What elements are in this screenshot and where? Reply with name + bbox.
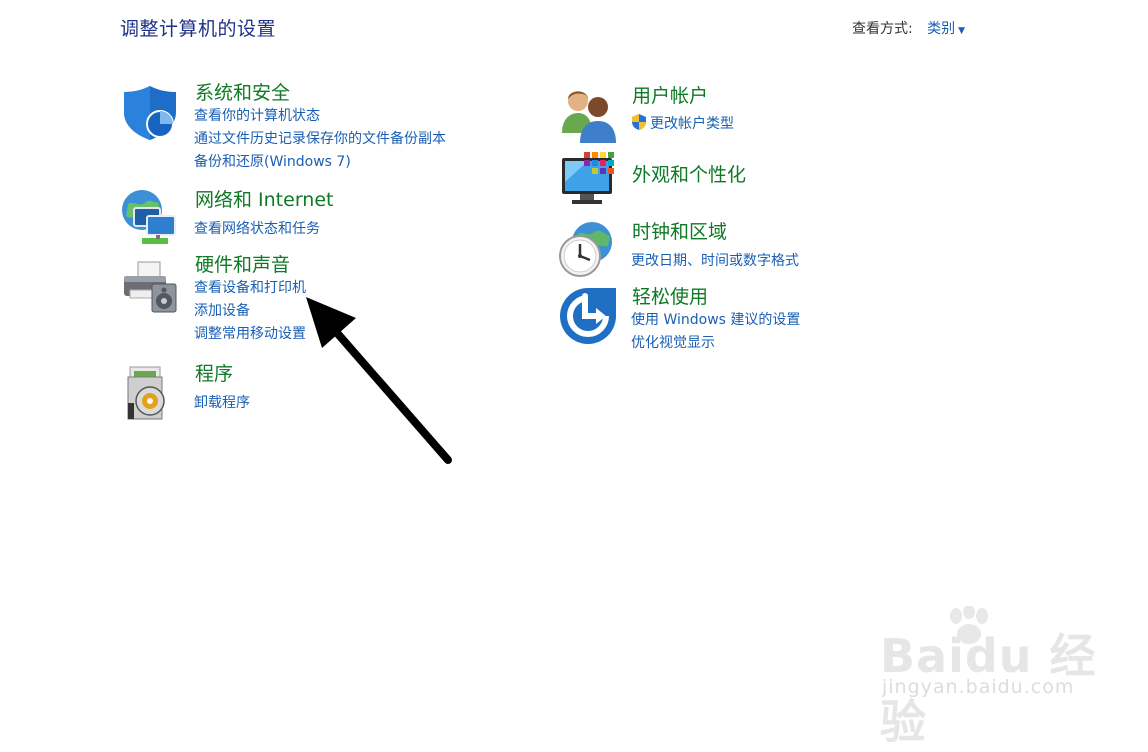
- view-by-control: 查看方式: 类别 ▼: [852, 18, 965, 38]
- link-windows-recommended-settings[interactable]: 使用 Windows 建议的设置: [631, 309, 800, 332]
- printer-icon: [124, 261, 177, 313]
- link-add-device[interactable]: 添加设备: [194, 300, 306, 323]
- ease-of-access-icon: [560, 288, 616, 344]
- link-change-date-time-format[interactable]: 更改日期、时间或数字格式: [631, 250, 799, 273]
- link-optimize-visual-display[interactable]: 优化视觉显示: [631, 332, 800, 355]
- category-title-hardware-sound[interactable]: 硬件和声音: [195, 254, 290, 276]
- page-title: 调整计算机的设置: [120, 18, 277, 40]
- category-title-clock-region[interactable]: 时钟和区域: [632, 221, 727, 243]
- view-by-label: 查看方式:: [852, 21, 913, 37]
- network-globe-icon: [122, 190, 176, 244]
- programs-disc-icon: [127, 366, 165, 420]
- category-title-ease-access[interactable]: 轻松使用: [632, 286, 708, 308]
- chevron-down-icon[interactable]: ▼: [958, 26, 965, 36]
- category-title-programs[interactable]: 程序: [195, 363, 233, 385]
- link-mobility-settings[interactable]: 调整常用移动设置: [194, 323, 306, 346]
- link-change-account-type[interactable]: 更改帐户类型: [630, 113, 734, 136]
- view-by-value[interactable]: 类别: [927, 21, 955, 37]
- link-uninstall-program[interactable]: 卸载程序: [194, 392, 250, 415]
- uac-shield-icon: [632, 114, 646, 130]
- watermark-url: jingyan.baidu.com: [882, 676, 1075, 698]
- link-network-status[interactable]: 查看网络状态和任务: [194, 218, 320, 241]
- view-by-dropdown[interactable]: 类别 ▼: [927, 21, 965, 37]
- link-backup-restore[interactable]: 备份和还原(Windows 7): [194, 151, 446, 174]
- category-title-system-security[interactable]: 系统和安全: [195, 82, 290, 104]
- link-change-account-type-label[interactable]: 更改帐户类型: [650, 116, 734, 132]
- link-view-computer-status[interactable]: 查看你的计算机状态: [194, 105, 446, 128]
- clock-globe-icon: [559, 222, 612, 277]
- monitor-colors-icon: [562, 152, 614, 204]
- category-title-appearance[interactable]: 外观和个性化: [632, 164, 746, 186]
- link-devices-printers[interactable]: 查看设备和打印机: [194, 277, 306, 300]
- category-title-network-internet[interactable]: 网络和 Internet: [195, 189, 333, 211]
- baidu-watermark: Baidu 经验 jingyan.baidu.com: [880, 606, 1100, 749]
- category-title-user-accounts[interactable]: 用户帐户: [632, 85, 708, 107]
- link-file-history-backup[interactable]: 通过文件历史记录保存你的文件备份副本: [194, 128, 446, 151]
- users-icon: [562, 91, 616, 143]
- shield-icon: [124, 86, 176, 140]
